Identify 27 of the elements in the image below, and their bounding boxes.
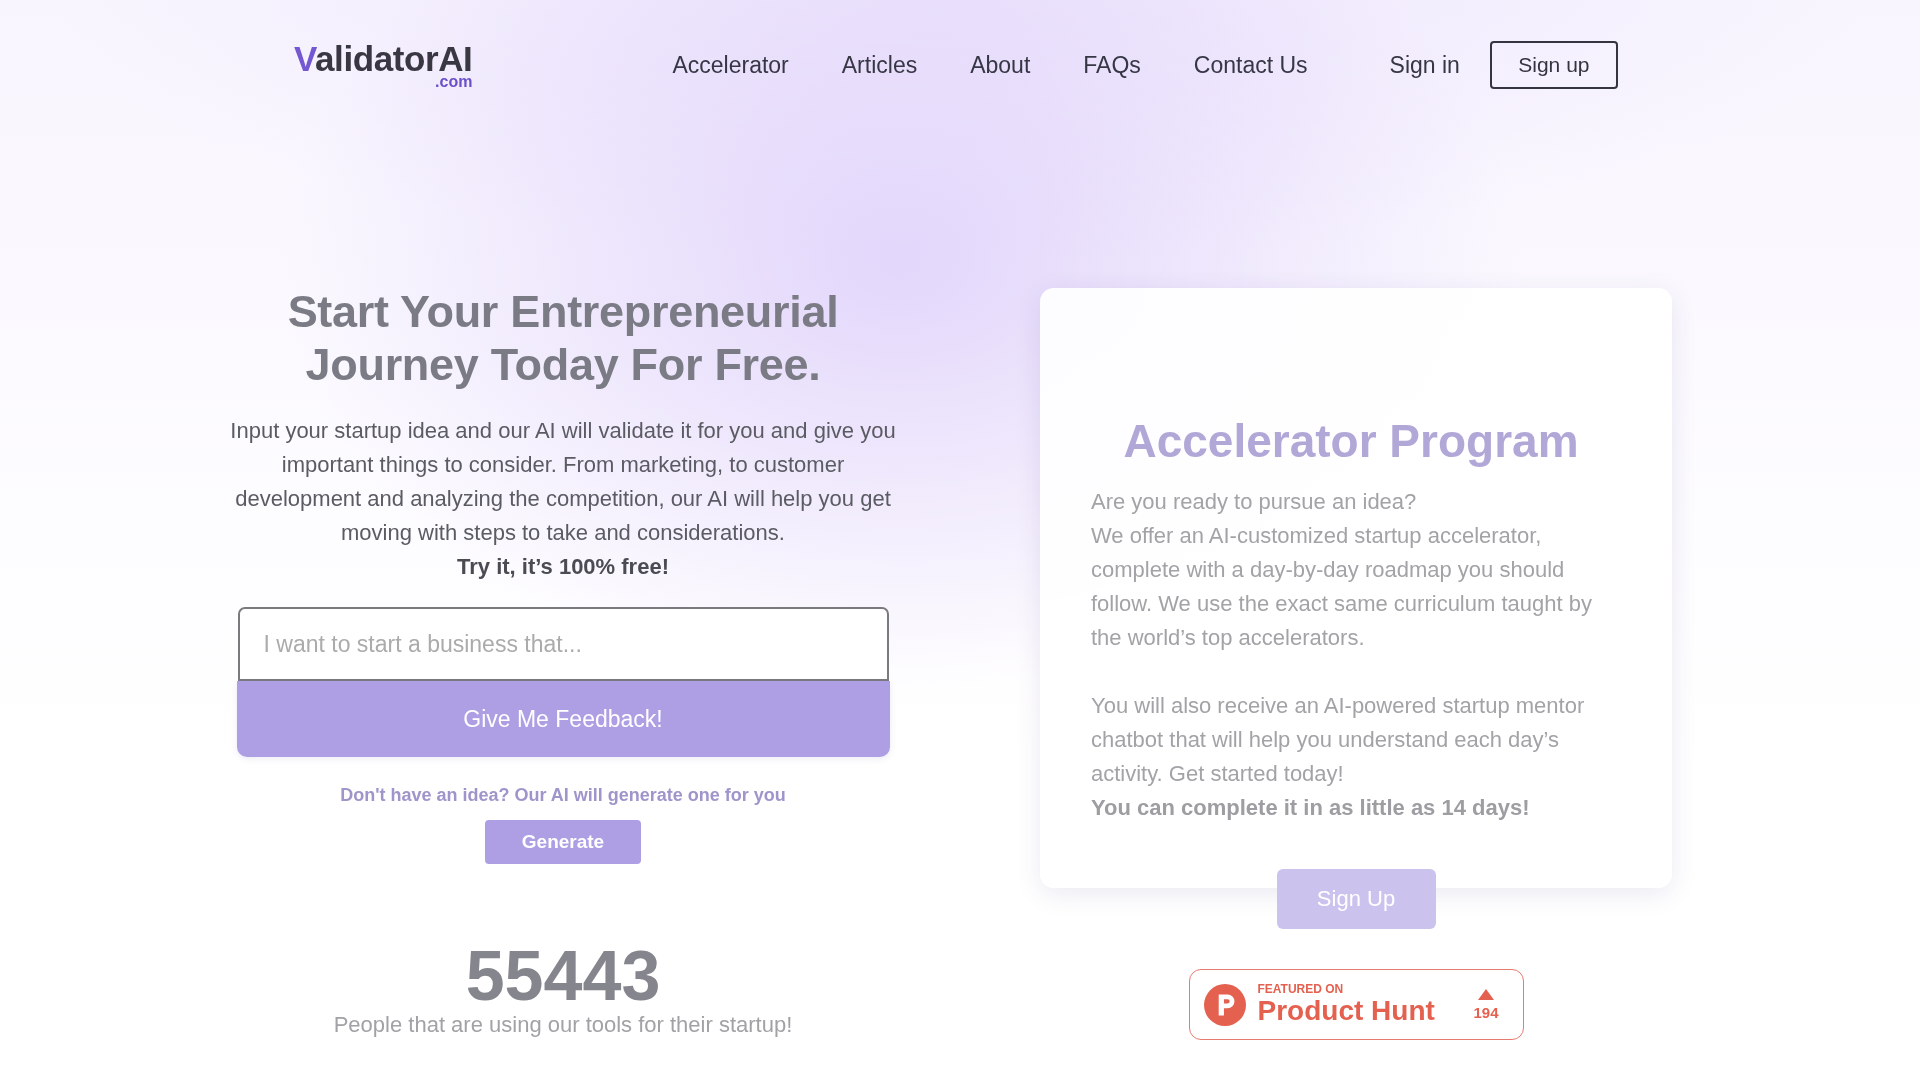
hero-heading: Start Your Entrepreneurial Journey Today For Free. (286, 285, 840, 391)
hero-description: Input your startup idea and our AI will validate it for you and give you important things to consider. From marketing, to customer development and analyzing the competition, our AI will help you get moving with steps to take and considerations. (229, 417, 897, 547)
upvote-count: 194 (1473, 1004, 1499, 1021)
card-paragraph: You will also receive an AI-powered startup mentor chatbot that will help you understand each day’s activity. Get started today! (1091, 692, 1586, 788)
triangle-up-icon (1478, 988, 1494, 1000)
sign-up-button[interactable]: Sign up (1489, 41, 1618, 89)
user-count: 55443 (465, 941, 661, 1011)
nav-link[interactable]: About (970, 51, 1031, 79)
nav-link[interactable]: Accelerator (672, 51, 789, 79)
product-hunt-badge[interactable]: FEATURED ON Product Hunt 194 (1188, 969, 1524, 1040)
free-trial-text: Try it, it’s 100% free! (457, 553, 669, 581)
card-heading: Accelerator Program (1122, 414, 1580, 469)
p-circle-icon (1203, 983, 1246, 1026)
card-intro: Are you ready to pursue an idea? (1091, 488, 1418, 516)
sign-in-link[interactable]: Sign in (1389, 51, 1460, 79)
badge-eyebrow: FEATURED ON (1257, 983, 1345, 996)
user-count-caption: People that are using our tools for their startup! (333, 1011, 793, 1039)
generate-prompt: Don't have an idea? Our AI will generate one for you (340, 784, 786, 807)
card-paragraph: We offer an AI-customized startup accelerator, complete with a day-by-day roadmap you should follow. We use the exact same curriculum taught by the world’s top accelerators. (1091, 522, 1593, 652)
logo-wordmark[interactable]: ValidatorAI (294, 41, 473, 75)
logo-domain: .com (435, 73, 473, 89)
nav-link[interactable]: Contact Us (1193, 51, 1308, 79)
badge-title: Product Hunt (1257, 996, 1435, 1026)
nav-link[interactable]: FAQs (1083, 51, 1141, 79)
nav-link[interactable]: Articles (841, 51, 918, 79)
idea-input-field[interactable]: I want to start a business that... (237, 607, 889, 681)
card-highlight: You can complete it in as little as 14 days! (1091, 794, 1531, 822)
